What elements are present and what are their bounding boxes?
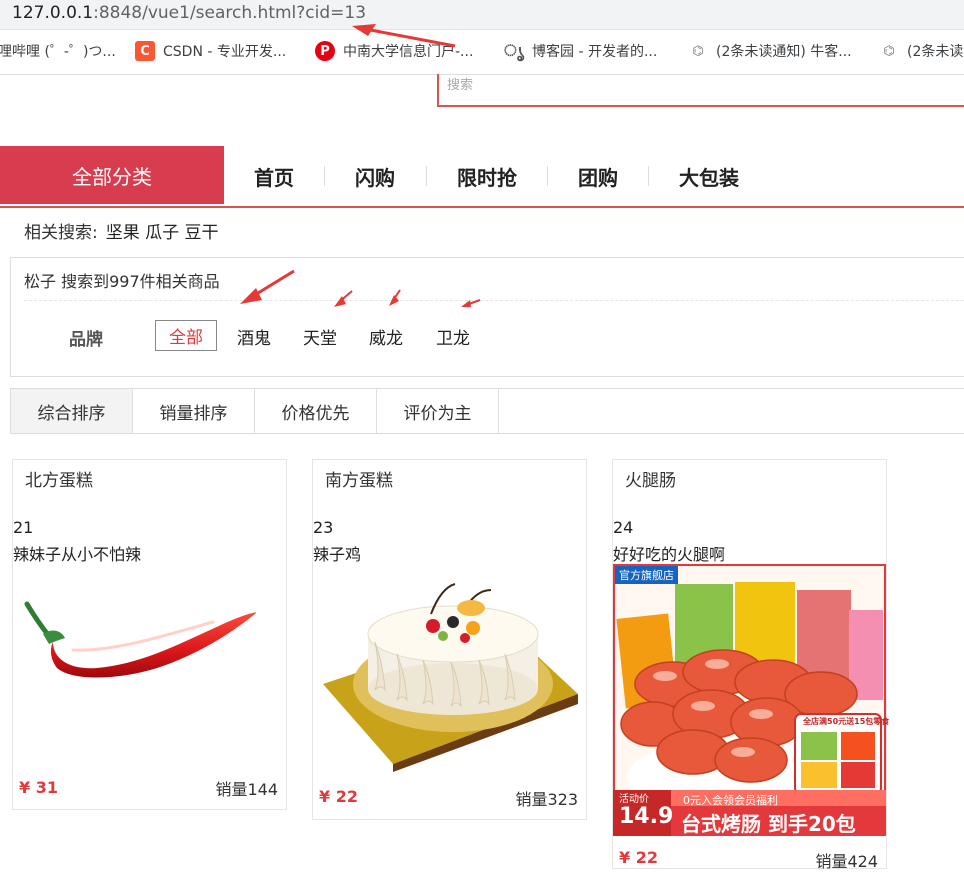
product-card[interactable]: 北方蛋糕 21 辣妹子从小不怕辣 ¥ 31 销量144 [12, 459, 287, 810]
brand-option[interactable]: 卫龙 [436, 322, 470, 351]
bookmark-nowcoder[interactable]: ⌬ (2条未读通知) 牛客... [688, 41, 851, 61]
bookmark-csdn[interactable]: C CSDN - 专业开发... [135, 41, 286, 61]
product-image-fruit-cake[interactable] [313, 564, 586, 772]
bookmark-bilibili[interactable]: 哩哔哩 (゜-゜)つ... [0, 41, 116, 61]
product-price: ¥ 31 [19, 778, 58, 797]
nav-divider [547, 166, 548, 186]
bookmark-portal[interactable]: P 中南大学信息门户-... [315, 41, 473, 61]
nav-item-group-buy[interactable]: 团购 [578, 162, 618, 191]
product-sales: 销量424 [815, 852, 878, 871]
bookmark-nowcoder-2[interactable]: ⌬ (2条未读 [879, 41, 963, 61]
promo-headline: 台式烤肠 到手20包 [681, 812, 856, 836]
nowcoder-icon: ⌬ [692, 43, 704, 59]
product-category: 南方蛋糕 [325, 471, 393, 491]
store-badge: 官方旗舰店 [615, 566, 678, 584]
divider [24, 300, 964, 301]
product-id: 23 [313, 518, 334, 537]
portal-icon: P [315, 41, 335, 61]
url-text[interactable]: 127.0.0.1:8848/vue1/search.html?cid=13 [12, 3, 366, 23]
product-name[interactable]: 辣子鸡 [313, 541, 361, 565]
promo-price: 14.9 [619, 804, 674, 829]
filter-panel: 松子 搜索到997件相关商品 品牌 全部 酒鬼 天堂 威龙 卫龙 [10, 257, 964, 377]
brand-option[interactable]: 威龙 [369, 322, 403, 351]
search-placeholder: 搜索 [447, 78, 474, 93]
address-bar[interactable]: 127.0.0.1:8848/vue1/search.html?cid=13 [0, 0, 964, 30]
promo-badge: 活动价 [619, 794, 649, 805]
bookmark-cnblogs[interactable]: ൃ 博客园 - 开发者的... [504, 41, 657, 61]
related-search: 相关搜索: 坚果 瓜子 豆干 [24, 218, 219, 243]
sort-by-price[interactable]: 价格优先 [255, 389, 377, 433]
nav-item-bulk-pack[interactable]: 大包装 [679, 162, 739, 191]
chili-pepper-icon [24, 601, 257, 678]
product-image-chili-pepper[interactable] [13, 564, 286, 764]
product-name[interactable]: 辣妹子从小不怕辣 [13, 541, 141, 565]
coupon-text: 全店满50元送15包零食 [803, 717, 890, 726]
product-category: 火腿肠 [625, 471, 676, 491]
nav-item-home[interactable]: 首页 [254, 162, 294, 191]
nav-divider [324, 166, 325, 186]
search-result-count: 松子 搜索到997件相关商品 [24, 272, 220, 291]
product-sales: 销量323 [515, 790, 578, 809]
main-nav: 全部分类 首页 闪购 限时抢 团购 大包装 [0, 146, 964, 208]
brand-option[interactable]: 天堂 [303, 322, 337, 351]
brand-option[interactable]: 酒鬼 [237, 322, 271, 351]
product-card[interactable]: 火腿肠 24 好好吃的火腿啊 官方旗舰店 全店满50元送15包零食 活动价 14… [612, 459, 890, 871]
search-input[interactable]: 搜索 [437, 74, 964, 107]
bookmarks-bar: 哩哔哩 (゜-゜)つ... C CSDN - 专业开发... P 中南大学信息门… [0, 30, 964, 75]
related-search-label: 相关搜索: [24, 223, 98, 243]
promo-subtitle: 0元入会领会员福利 [683, 794, 778, 807]
csdn-icon: C [135, 41, 155, 61]
product-name[interactable]: 好好吃的火腿啊 [613, 541, 725, 565]
sort-by-sales[interactable]: 销量排序 [133, 389, 255, 433]
sort-comprehensive[interactable]: 综合排序 [11, 389, 133, 433]
fruit-cake-icon [323, 583, 578, 772]
product-id: 24 [613, 518, 634, 537]
sort-bar: 综合排序 销量排序 价格优先 评价为主 [10, 388, 964, 434]
all-categories-button[interactable]: 全部分类 [0, 146, 224, 204]
brand-option-all[interactable]: 全部 [155, 320, 217, 351]
product-price: ¥ 22 [319, 787, 358, 806]
cnblogs-icon: ൃ [503, 41, 525, 60]
nowcoder-icon: ⌬ [883, 43, 895, 59]
product-image-sausage-package[interactable]: 官方旗舰店 全店满50元送15包零食 活动价 14.9 0元入会领会员福利 台式… [613, 564, 890, 836]
sort-by-rating[interactable]: 评价为主 [377, 389, 499, 433]
nav-item-flash-sale[interactable]: 闪购 [355, 162, 395, 191]
related-keywords[interactable]: 坚果 瓜子 豆干 [106, 223, 219, 243]
product-id: 21 [13, 518, 34, 537]
nav-divider [426, 166, 427, 186]
product-category: 北方蛋糕 [25, 471, 93, 491]
nav-divider [648, 166, 649, 186]
brand-filter-label: 品牌 [69, 330, 103, 350]
product-price: ¥ 22 [619, 848, 658, 867]
nav-item-limited-time[interactable]: 限时抢 [457, 162, 517, 191]
product-card[interactable]: 南方蛋糕 23 辣子鸡 ¥ 22 销量323 [312, 459, 587, 820]
product-sales: 销量144 [215, 780, 278, 799]
